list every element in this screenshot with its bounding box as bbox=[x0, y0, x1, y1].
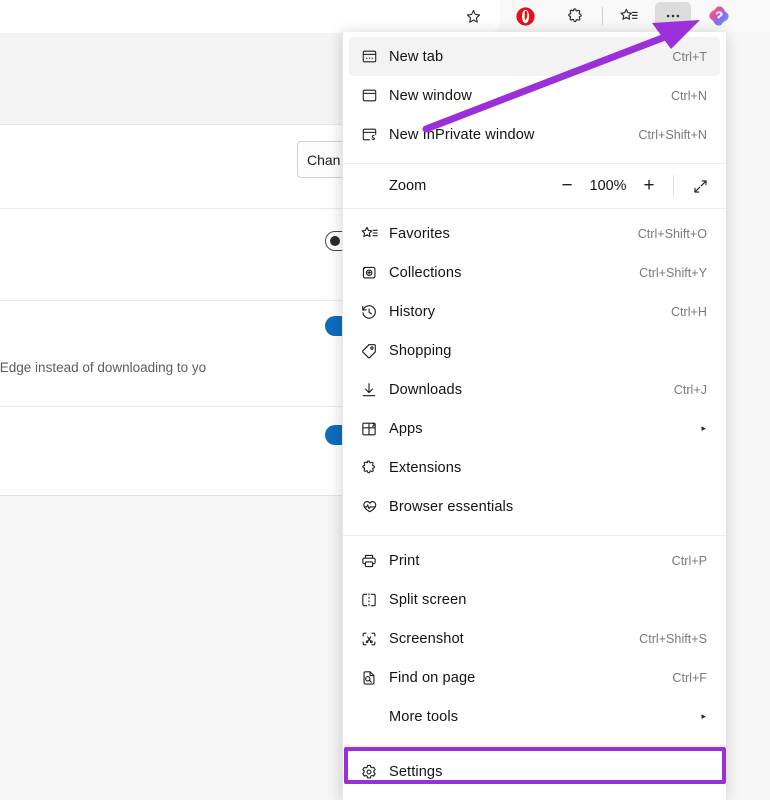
extensions-puzzle-icon[interactable] bbox=[557, 2, 593, 30]
menu-item-label: Browser essentials bbox=[389, 499, 707, 515]
page-right-fill bbox=[726, 32, 770, 800]
menu-item-label: Apps bbox=[389, 421, 701, 437]
toolbar-address-area bbox=[0, 0, 500, 32]
menu-divider-4 bbox=[343, 745, 726, 746]
menu-item-more-tools[interactable]: More tools ▸ bbox=[349, 697, 720, 736]
new-window-icon bbox=[349, 87, 389, 104]
menu-item-shopping[interactable]: Shopping bbox=[349, 331, 720, 370]
settings-row-separator-1 bbox=[0, 208, 343, 209]
menu-item-new-window[interactable]: New window Ctrl+N bbox=[349, 76, 720, 115]
zoom-separator bbox=[673, 175, 674, 197]
menu-item-split-screen[interactable]: Split screen bbox=[349, 580, 720, 619]
favorites-list-icon[interactable] bbox=[611, 2, 647, 30]
favorite-star-icon[interactable] bbox=[455, 2, 491, 30]
chevron-right-icon: ▸ bbox=[701, 424, 720, 433]
menu-item-label: Favorites bbox=[389, 226, 638, 242]
menu-item-label: Shopping bbox=[389, 343, 707, 359]
menu-item-downloads[interactable]: Downloads Ctrl+J bbox=[349, 370, 720, 409]
extensions-icon bbox=[349, 459, 389, 477]
menu-item-label: Settings bbox=[389, 764, 720, 780]
settings-header-band bbox=[0, 33, 343, 125]
menu-item-label: Screenshot bbox=[389, 631, 639, 647]
menu-item-label: Print bbox=[389, 553, 672, 569]
menu-item-accelerator: Ctrl+T bbox=[672, 50, 720, 64]
find-on-page-icon bbox=[349, 669, 389, 687]
menu-item-accelerator: Ctrl+Shift+N bbox=[638, 128, 720, 142]
menu-item-new-tab[interactable]: New tab Ctrl+T bbox=[349, 37, 720, 76]
collections-icon bbox=[349, 264, 389, 282]
menu-item-history[interactable]: History Ctrl+H bbox=[349, 292, 720, 331]
opera-extension-icon[interactable] bbox=[507, 2, 543, 30]
menu-item-browser-essentials[interactable]: Browser essentials bbox=[349, 487, 720, 526]
menu-item-label: New InPrivate window bbox=[389, 127, 638, 143]
menu-item-accelerator: Ctrl+Shift+Y bbox=[639, 266, 720, 280]
inprivate-window-icon bbox=[349, 126, 389, 143]
menu-item-label: History bbox=[389, 304, 671, 320]
zoom-out-button[interactable]: − bbox=[549, 170, 585, 202]
menu-item-label: Downloads bbox=[389, 382, 674, 398]
zoom-label: Zoom bbox=[349, 178, 426, 194]
menu-item-label: Extensions bbox=[389, 460, 707, 476]
menu-item-label: Split screen bbox=[389, 592, 707, 608]
toolbar-icon-group bbox=[455, 0, 737, 32]
settings-highlight-wrapper: Settings bbox=[343, 752, 726, 791]
downloads-icon bbox=[349, 381, 389, 399]
zoom-controls: − 100% + bbox=[549, 170, 720, 202]
settings-row-separator-3 bbox=[0, 406, 343, 407]
screenshot-icon bbox=[349, 630, 389, 648]
menu-item-accelerator: Ctrl+P bbox=[672, 554, 720, 568]
toolbar-divider bbox=[602, 7, 603, 25]
menu-item-accelerator: Ctrl+F bbox=[672, 671, 720, 685]
menu-item-new-inprivate-window[interactable]: New InPrivate window Ctrl+Shift+N bbox=[349, 115, 720, 154]
settings-row-description: atically in Microsoft Edge instead of do… bbox=[0, 360, 352, 375]
menu-item-accelerator: Ctrl+N bbox=[671, 89, 720, 103]
new-tab-icon bbox=[349, 48, 389, 65]
menu-divider-3 bbox=[343, 535, 726, 536]
history-icon bbox=[349, 303, 389, 321]
menu-item-screenshot[interactable]: Screenshot Ctrl+Shift+S bbox=[349, 619, 720, 658]
menu-item-apps[interactable]: Apps ▸ bbox=[349, 409, 720, 448]
zoom-value: 100% bbox=[585, 178, 631, 194]
split-screen-icon bbox=[349, 591, 389, 609]
browser-toolbar bbox=[0, 0, 770, 32]
menu-item-label: Find on page bbox=[389, 670, 672, 686]
menu-item-accelerator: Ctrl+J bbox=[674, 383, 720, 397]
settings-gear-icon bbox=[349, 763, 389, 781]
menu-item-label: New tab bbox=[389, 49, 672, 65]
favorites-icon bbox=[349, 225, 389, 242]
fullscreen-icon[interactable] bbox=[680, 170, 720, 202]
browser-essentials-icon bbox=[349, 498, 389, 516]
menu-item-find-on-page[interactable]: Find on page Ctrl+F bbox=[349, 658, 720, 697]
settings-row-separator-2 bbox=[0, 300, 343, 301]
menu-item-extensions[interactable]: Extensions bbox=[349, 448, 720, 487]
copilot-icon[interactable] bbox=[701, 2, 737, 30]
menu-item-label: Collections bbox=[389, 265, 639, 281]
menu-item-favorites[interactable]: Favorites Ctrl+Shift+O bbox=[349, 214, 720, 253]
settings-and-more-icon[interactable] bbox=[655, 2, 691, 30]
apps-icon bbox=[349, 420, 389, 438]
shopping-icon bbox=[349, 342, 389, 360]
menu-item-accelerator: Ctrl+H bbox=[671, 305, 720, 319]
chevron-right-icon: ▸ bbox=[701, 712, 720, 721]
settings-page-footer bbox=[0, 495, 343, 800]
menu-item-print[interactable]: Print Ctrl+P bbox=[349, 541, 720, 580]
menu-item-accelerator: Ctrl+Shift+S bbox=[639, 632, 720, 646]
menu-item-settings[interactable]: Settings bbox=[349, 752, 720, 791]
menu-item-collections[interactable]: Collections Ctrl+Shift+Y bbox=[349, 253, 720, 292]
menu-item-accelerator: Ctrl+Shift+O bbox=[638, 227, 720, 241]
print-icon bbox=[349, 552, 389, 570]
edge-settings-and-more-menu: New tab Ctrl+T New window Ctrl+N Ne bbox=[342, 32, 726, 800]
menu-item-label: More tools bbox=[389, 709, 701, 725]
settings-card bbox=[0, 125, 343, 495]
menu-item-label: New window bbox=[389, 88, 671, 104]
zoom-in-button[interactable]: + bbox=[631, 170, 667, 202]
menu-divider-2 bbox=[343, 208, 726, 209]
menu-zoom-row: Zoom − 100% + bbox=[349, 164, 720, 208]
screenshot-root: Chan atically in Microsoft Edge instead … bbox=[0, 0, 770, 800]
